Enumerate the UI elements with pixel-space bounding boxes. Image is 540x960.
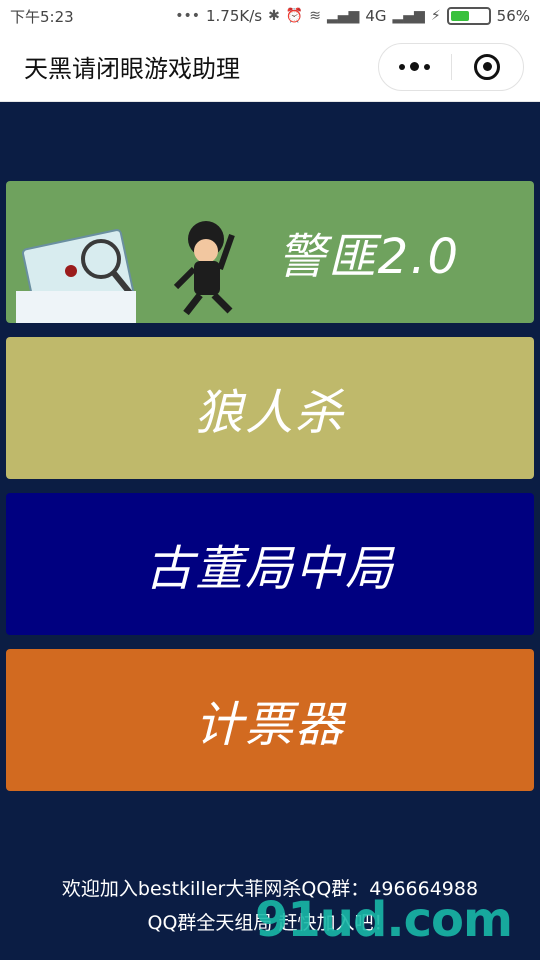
more-dot-icon <box>424 63 431 70</box>
signal-icon: ▂▄▆ <box>327 8 360 24</box>
more-dots-icon: ••• <box>175 8 200 24</box>
police-game-label: 警匪2.0 <box>277 229 460 285</box>
police-illustration-icon <box>16 221 235 323</box>
status-indicators: ••• 1.75K/s ✱ ⏰ ≋ ▂▄▆ 4G ▂▄▆ ⚡ 56% <box>175 7 530 25</box>
watermark-logo: 91ud.com <box>255 892 513 948</box>
alarm-icon: ⏰ <box>285 8 304 24</box>
status-bar: 下午5:23 ••• 1.75K/s ✱ ⏰ ≋ ▂▄▆ 4G ▂▄▆ ⚡ 56… <box>0 0 540 32</box>
page-title: 天黑请闭眼游戏助理 <box>24 55 240 83</box>
vote-counter-button[interactable]: 计票器 <box>6 649 534 791</box>
antique-game-button[interactable]: 古董局中局 <box>6 493 534 635</box>
wifi-icon: ≋ <box>309 8 322 24</box>
battery-icon <box>446 7 491 25</box>
antique-game-label: 古董局中局 <box>144 541 395 597</box>
mini-program-capsule <box>378 42 524 91</box>
network-type: 4G <box>365 7 387 25</box>
network-speed: 1.75K/s <box>206 7 263 25</box>
werewolf-game-label: 狼人杀 <box>194 385 345 441</box>
more-dot-icon <box>410 62 420 71</box>
battery-fill <box>450 11 470 21</box>
police-game-button[interactable]: 警匪2.0 <box>6 181 534 323</box>
more-menu-button[interactable] <box>379 62 451 71</box>
status-time: 下午5:23 <box>10 7 74 26</box>
close-mini-program-button[interactable] <box>452 53 524 80</box>
werewolf-game-button[interactable]: 狼人杀 <box>6 337 534 479</box>
battery-percent: 56% <box>496 7 530 25</box>
vote-counter-label: 计票器 <box>194 697 345 753</box>
signal-icon-2: ▂▄▆ <box>392 8 425 24</box>
charging-icon: ⚡ <box>430 8 441 24</box>
nav-bar: 天黑请闭眼游戏助理 <box>0 32 540 102</box>
bluetooth-icon: ✱ <box>268 8 280 24</box>
target-icon <box>474 53 501 80</box>
more-dot-icon <box>399 63 406 70</box>
